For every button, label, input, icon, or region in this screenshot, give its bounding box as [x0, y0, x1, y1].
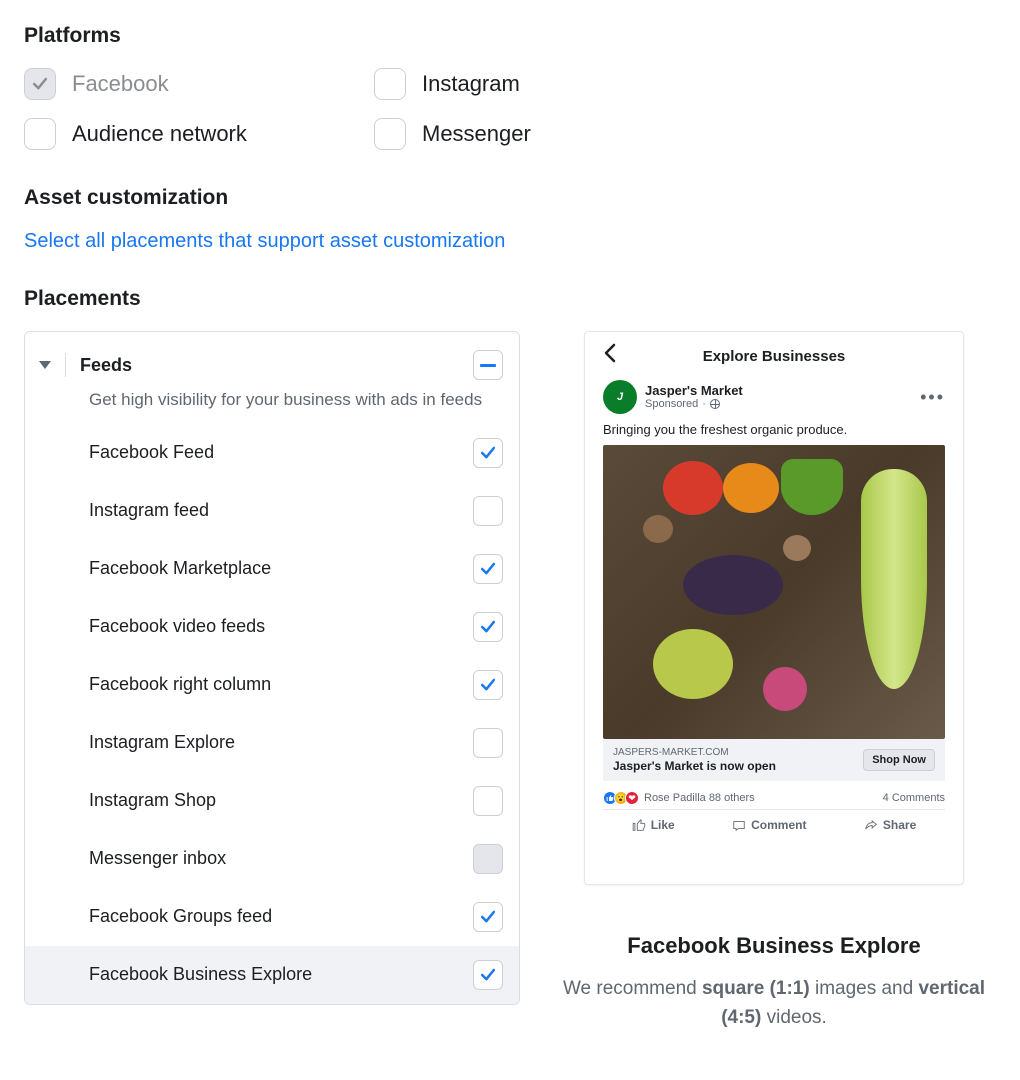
- placement-label: Facebook Business Explore: [89, 964, 312, 985]
- placement-facebook-video-feeds[interactable]: Facebook video feeds: [25, 598, 519, 656]
- placement-checkbox[interactable]: [473, 960, 503, 990]
- placement-checkbox[interactable]: [473, 554, 503, 584]
- share-icon: [864, 818, 878, 832]
- preview-domain: JASPERS-MARKET.COM: [613, 747, 776, 759]
- placement-checkbox: [473, 844, 503, 874]
- preview-caption-body: We recommend square (1:1) images and ver…: [552, 975, 996, 1032]
- more-icon: •••: [920, 387, 945, 408]
- reactions-text: Rose Padilla 88 others: [644, 792, 755, 804]
- platform-messenger-label: Messenger: [422, 121, 531, 147]
- placement-messenger-inbox[interactable]: Messenger inbox: [25, 830, 519, 888]
- preview-phone-title: Explore Businesses: [703, 348, 846, 365]
- preview-post-text: Bringing you the freshest organic produc…: [603, 422, 945, 437]
- platform-audience-network-label: Audience network: [72, 121, 247, 147]
- preview-sponsored-label: Sponsored: [645, 398, 698, 410]
- preview-header: Explore Businesses: [603, 338, 945, 374]
- check-icon: [478, 965, 498, 985]
- check-icon: [478, 675, 498, 695]
- platform-instagram: Instagram: [374, 68, 724, 100]
- placement-checkbox[interactable]: [473, 728, 503, 758]
- placement-checkbox[interactable]: [473, 902, 503, 932]
- check-icon: [478, 559, 498, 579]
- check-icon: [478, 907, 498, 927]
- platform-instagram-label: Instagram: [422, 71, 520, 97]
- placement-instagram-feed[interactable]: Instagram feed: [25, 482, 519, 540]
- back-icon: [603, 343, 617, 369]
- placement-facebook-right-column[interactable]: Facebook right column: [25, 656, 519, 714]
- comments-count: 4 Comments: [883, 792, 945, 804]
- comment-icon: [732, 818, 746, 832]
- placement-label: Instagram feed: [89, 500, 209, 521]
- placement-checkbox[interactable]: [473, 670, 503, 700]
- check-icon: [478, 443, 498, 463]
- placements-heading: Placements: [24, 287, 996, 311]
- preview-column: Explore Businesses J Jasper's Market Spo…: [552, 331, 996, 1032]
- globe-icon: [710, 399, 720, 409]
- platform-messenger: Messenger: [374, 118, 724, 150]
- thumbs-up-icon: [632, 818, 646, 832]
- placement-label: Facebook video feeds: [89, 616, 265, 637]
- asset-customization-heading: Asset customization: [24, 186, 996, 210]
- placement-label: Facebook right column: [89, 674, 271, 695]
- share-action: Share: [864, 818, 916, 832]
- feeds-group-desc: Get high visibility for your business wi…: [25, 388, 519, 424]
- platform-facebook: Facebook: [24, 68, 374, 100]
- check-icon: [478, 617, 498, 637]
- preview-phone: Explore Businesses J Jasper's Market Spo…: [584, 331, 964, 885]
- avatar: J: [603, 380, 637, 414]
- like-action: Like: [632, 818, 675, 832]
- platforms-heading: Platforms: [24, 24, 996, 48]
- platform-audience-network: Audience network: [24, 118, 374, 150]
- preview-caption-title: Facebook Business Explore: [552, 933, 996, 959]
- select-all-placements-link[interactable]: Select all placements that support asset…: [24, 230, 996, 253]
- placement-facebook-business-explore[interactable]: Facebook Business Explore: [25, 946, 519, 1004]
- placement-checkbox[interactable]: [473, 786, 503, 816]
- placement-label: Facebook Groups feed: [89, 906, 272, 927]
- placement-checkbox[interactable]: [473, 612, 503, 642]
- preview-headline: Jasper's Market is now open: [613, 759, 776, 773]
- preview-separator: [568, 889, 980, 890]
- placement-label: Instagram Explore: [89, 732, 235, 753]
- placement-label: Facebook Feed: [89, 442, 214, 463]
- divider: [65, 353, 66, 377]
- placement-facebook-marketplace[interactable]: Facebook Marketplace: [25, 540, 519, 598]
- caret-down-icon: [39, 361, 51, 369]
- placement-instagram-explore[interactable]: Instagram Explore: [25, 714, 519, 772]
- platform-facebook-label: Facebook: [72, 71, 169, 97]
- platform-facebook-checkbox: [24, 68, 56, 100]
- placement-instagram-shop[interactable]: Instagram Shop: [25, 772, 519, 830]
- platform-messenger-checkbox[interactable]: [374, 118, 406, 150]
- placement-facebook-feed[interactable]: Facebook Feed: [25, 424, 519, 482]
- love-reaction-icon: ❤: [625, 791, 639, 805]
- check-icon: [30, 74, 50, 94]
- preview-image: [603, 445, 945, 739]
- placement-label: Messenger inbox: [89, 848, 226, 869]
- placement-facebook-groups-feed[interactable]: Facebook Groups feed: [25, 888, 519, 946]
- preview-page-name: Jasper's Market: [645, 384, 920, 398]
- feeds-group-title: Feeds: [80, 355, 473, 376]
- platform-instagram-checkbox[interactable]: [374, 68, 406, 100]
- platforms-grid: Facebook Instagram Audience network Mess…: [24, 68, 996, 150]
- comment-action: Comment: [732, 818, 806, 832]
- placement-checkbox[interactable]: [473, 496, 503, 526]
- feeds-group-header[interactable]: Feeds: [25, 332, 519, 388]
- placements-panel: Feeds Get high visibility for your busin…: [24, 331, 520, 1005]
- placement-label: Instagram Shop: [89, 790, 216, 811]
- shop-now-button: Shop Now: [863, 749, 935, 771]
- feeds-group-checkbox[interactable]: [473, 350, 503, 380]
- platform-audience-network-checkbox[interactable]: [24, 118, 56, 150]
- placement-checkbox[interactable]: [473, 438, 503, 468]
- placement-label: Facebook Marketplace: [89, 558, 271, 579]
